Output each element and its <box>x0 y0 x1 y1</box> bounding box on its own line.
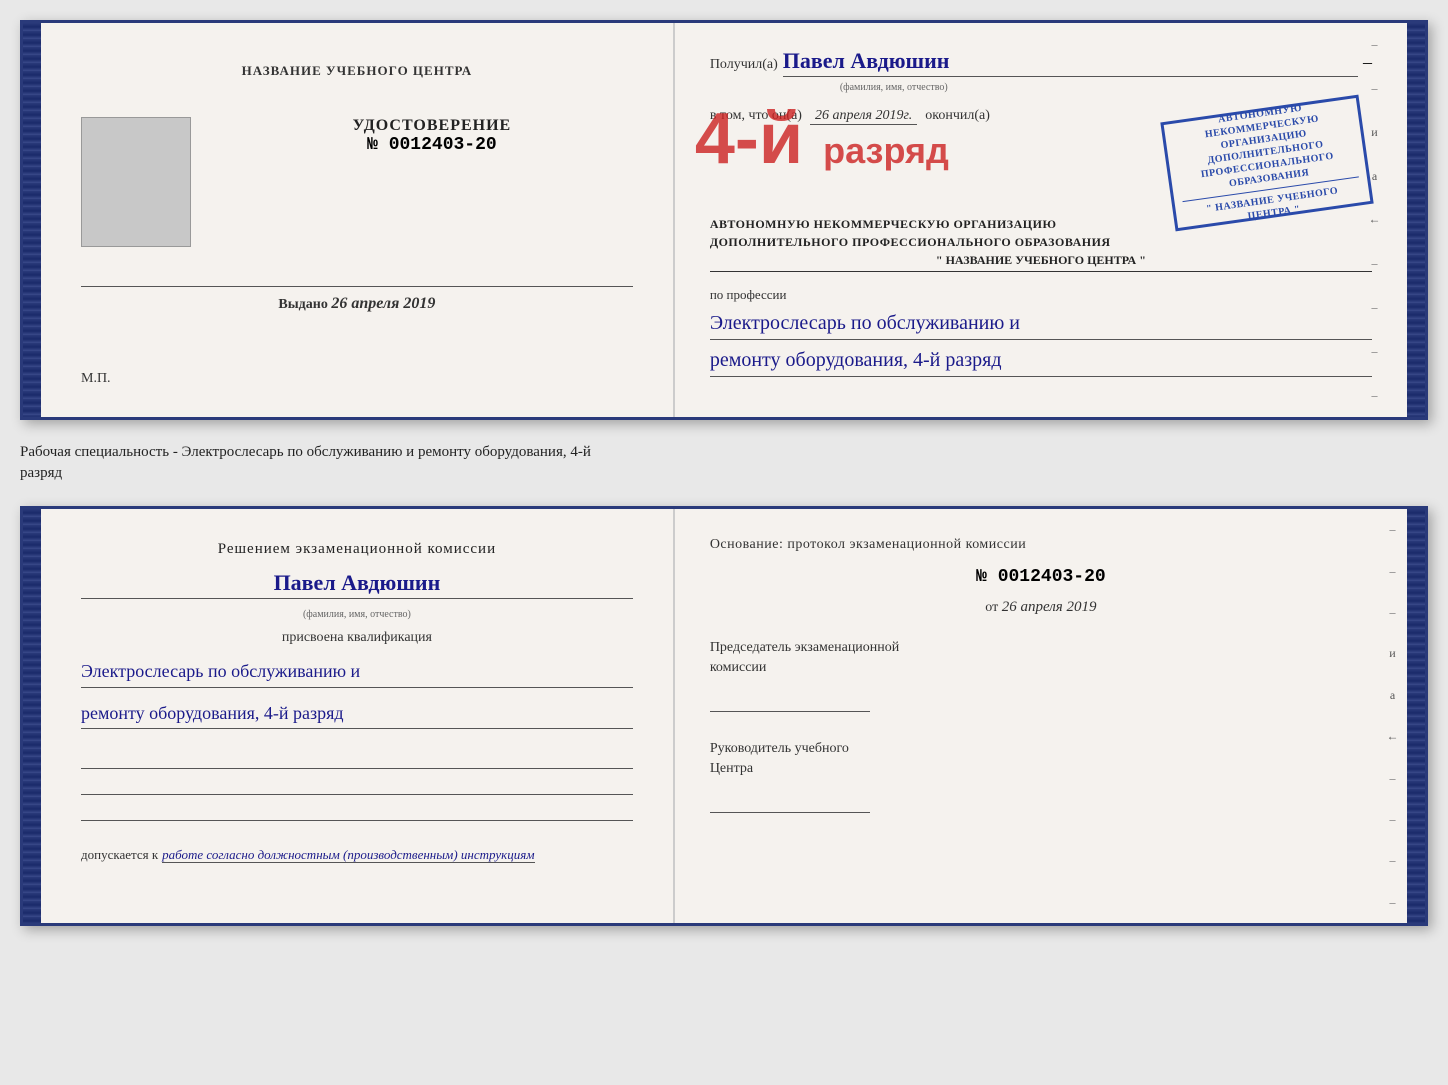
protocol-date-prefix: от <box>985 600 998 615</box>
issued-date: 26 апреля 2019 <box>331 295 435 312</box>
left-panel: НАЗВАНИЕ УЧЕБНОГО ЦЕНТРА УДОСТОВЕРЕНИЕ №… <box>41 23 675 417</box>
rukovoditel-line2: Центра <box>710 759 1372 779</box>
bottom-right-spine <box>1407 509 1425 923</box>
recipient-subtitle: (фамилия, имя, отчество) <box>840 82 1448 93</box>
person-name: Павел Авдюшин <box>81 570 633 599</box>
protocol-date-value: 26 апреля 2019 <box>1002 599 1097 615</box>
komissia-title: Решением экзаменационной комиссии <box>81 539 633 560</box>
cert-title-text: УДОСТОВЕРЕНИЕ № 0012403-20 <box>231 117 633 155</box>
top-document: НАЗВАНИЕ УЧЕБНОГО ЦЕНТРА УДОСТОВЕРЕНИЕ №… <box>20 20 1428 420</box>
grade-suffix: разряд <box>823 130 949 171</box>
cert-title: УДОСТОВЕРЕНИЕ <box>353 117 512 135</box>
bottom-left-spine <box>23 509 41 923</box>
cert-issued: Выдано 26 апреля 2019 <box>81 286 633 313</box>
profession-line2: ремонту оборудования, 4-й разряд <box>710 344 1372 377</box>
grade-overlay: 4-й разряд <box>695 103 949 175</box>
qual-line2: ремонту оборудования, 4-й разряд <box>81 698 633 730</box>
mp-label: М.П. <box>81 371 111 387</box>
page-wrapper: НАЗВАНИЕ УЧЕБНОГО ЦЕНТРА УДОСТОВЕРЕНИЕ №… <box>20 20 1428 926</box>
profession-label: по профессии <box>710 287 1372 303</box>
predsedatel-line1: Председатель экзаменационной <box>710 638 1372 658</box>
right-panel: 4-й разряд АВТОНОМНУЮ НЕКОММЕРЧЕСКУЮ ОРГ… <box>675 23 1407 417</box>
recipient-name: Павел Авдюшин <box>783 48 1358 77</box>
subtitle-text: Рабочая специальность - Электрослесарь п… <box>20 444 591 481</box>
dopuskaetsya-value: работе согласно должностным (производств… <box>162 847 534 863</box>
org-block: АВТОНОМНУЮ НЕКОММЕРЧЕСКУЮ ОРГАНИЗАЦИЮ ДО… <box>710 215 1372 272</box>
rukovoditel-block: Руководитель учебного Центра <box>710 739 1372 813</box>
protocol-number: № 0012403-20 <box>710 567 1372 587</box>
sig-line-2 <box>81 775 633 795</box>
predsedatel-block: Председатель экзаменационной комиссии <box>710 638 1372 712</box>
cert-title-block: УДОСТОВЕРЕНИЕ № 0012403-20 <box>81 117 633 247</box>
dopuskaetsya-block: допускается к работе согласно должностны… <box>81 846 633 864</box>
bottom-right-dashes: – – – и а ← – – – – <box>1385 509 1400 923</box>
prisvoena-text: присвоена квалификация <box>81 630 633 646</box>
signature-lines <box>81 749 633 821</box>
recipient-label: Получил(а) <box>710 57 778 73</box>
bottom-document: Решением экзаменационной комиссии Павел … <box>20 506 1428 926</box>
qual-line1: Электрослесарь по обслуживанию и <box>81 656 633 688</box>
osnovanie-title: Основание: протокол экзаменационной коми… <box>710 534 1372 555</box>
profession-line1: Электрослесарь по обслуживанию и <box>710 307 1372 340</box>
sig-line-3 <box>81 801 633 821</box>
bottom-left-panel: Решением экзаменационной комиссии Павел … <box>41 509 675 923</box>
issued-label: Выдано <box>278 297 327 312</box>
person-subtitle: (фамилия, имя, отчество) <box>81 609 633 620</box>
protocol-date: от 26 апреля 2019 <box>710 599 1372 616</box>
bottom-right-panel: Основание: протокол экзаменационной коми… <box>675 509 1407 923</box>
cert-number: № 0012403-20 <box>367 135 497 155</box>
photo-placeholder <box>81 117 191 247</box>
left-spine <box>23 23 41 417</box>
grade-text: 4-й <box>695 99 803 179</box>
org-name: " НАЗВАНИЕ УЧЕБНОГО ЦЕНТРА " <box>710 251 1372 272</box>
predsedatel-line2: комиссии <box>710 658 1372 678</box>
sig-line-1 <box>81 749 633 769</box>
center-name-top: НАЗВАНИЕ УЧЕБНОГО ЦЕНТРА <box>81 63 633 79</box>
rukovoditel-signature <box>710 788 870 813</box>
rukovoditel-line1: Руководитель учебного <box>710 739 1372 759</box>
recipient-line: Получил(а) Павел Авдюшин – <box>710 48 1372 77</box>
predsedatel-signature <box>710 687 870 712</box>
org-line2: ДОПОЛНИТЕЛЬНОГО ПРОФЕССИОНАЛЬНОГО ОБРАЗО… <box>710 233 1372 251</box>
document-subtitle: Рабочая специальность - Электрослесарь п… <box>20 436 1428 490</box>
dopuskaetsya-label: допускается к <box>81 847 158 862</box>
